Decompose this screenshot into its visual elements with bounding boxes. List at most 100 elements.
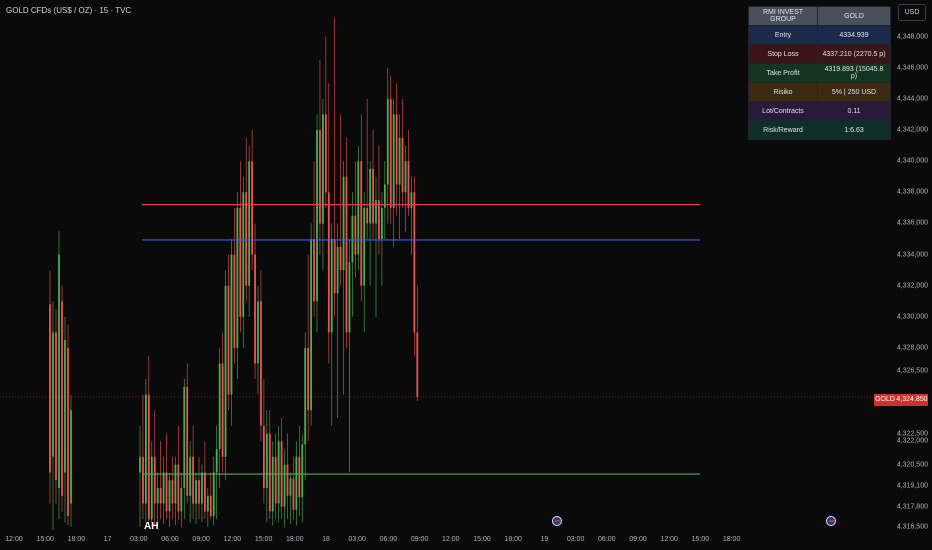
candle-body	[283, 464, 286, 507]
candle-body	[398, 137, 401, 185]
candle-body	[162, 472, 165, 504]
candle-body	[201, 472, 203, 504]
candle-body	[168, 480, 171, 512]
candle-body	[183, 386, 186, 488]
info-label: Risk/Reward	[748, 120, 818, 140]
candle-body	[298, 456, 301, 498]
time-tick-label: 03:00	[566, 536, 585, 543]
candle-body	[274, 456, 277, 504]
time-tick-label: 15:00	[36, 536, 54, 543]
info-value: 0.11	[817, 101, 891, 121]
candle-body	[410, 192, 413, 208]
time-tick-label: 15:00	[254, 536, 273, 543]
candle-body	[345, 176, 348, 333]
info-label: RMI INVEST GROUP	[748, 6, 818, 26]
candle-body	[221, 363, 224, 457]
candle-body	[165, 472, 168, 512]
candle-body	[215, 449, 218, 473]
candle-body	[204, 472, 206, 512]
candle-body	[64, 340, 66, 473]
candle-body	[375, 200, 377, 224]
candle-body	[245, 192, 248, 286]
us-flag-event-icon[interactable]	[826, 516, 836, 526]
info-value: 4319.893 (15045.8 p)	[817, 63, 891, 83]
info-row: Take Profit 4319.893 (15045.8 p)	[748, 63, 891, 83]
candle-body	[301, 444, 304, 498]
candle-body	[265, 433, 268, 488]
current-price-tag: 4,324.850	[896, 394, 928, 406]
time-tick-label: 03:00	[130, 536, 148, 543]
candle-body	[55, 332, 57, 481]
candle-body	[251, 161, 253, 255]
info-value: 5% | 250 USD	[817, 82, 891, 102]
info-row: Risk/Reward 1:6.63	[748, 120, 891, 140]
candle-body	[304, 347, 307, 445]
currency-button[interactable]: USD	[898, 4, 926, 21]
info-label: Take Profit	[748, 63, 818, 83]
price-tick-label: 4,328,000	[896, 344, 928, 352]
candle-body	[369, 168, 371, 224]
candle-body	[61, 301, 63, 496]
candle-body	[354, 215, 357, 255]
candle-body	[286, 464, 289, 496]
candle-body	[257, 301, 259, 364]
candle-body	[156, 487, 159, 504]
time-tick-label: 09:00	[192, 536, 210, 543]
price-tick-label: 4,320,500	[896, 461, 928, 469]
candle-body	[192, 456, 194, 504]
info-value: 4337.210 (2270.5 p)	[817, 44, 891, 64]
time-tick-label: 06:00	[161, 536, 179, 543]
candle-body	[289, 478, 292, 496]
time-tick-label: 03:00	[348, 536, 366, 543]
info-row: Lot/Contracts 0.11	[748, 101, 891, 121]
candle-body	[336, 246, 339, 294]
candle-body	[327, 192, 330, 333]
us-flag-event-icon[interactable]	[552, 516, 562, 526]
time-tick-label: 19	[540, 536, 549, 543]
price-tick-label: 4,319,100	[896, 482, 928, 490]
candle-body	[401, 137, 404, 193]
candle-body	[177, 464, 180, 512]
candle-body	[357, 161, 360, 255]
candle-body	[147, 394, 150, 520]
candle-body	[52, 332, 54, 457]
info-label: Risiko	[748, 82, 818, 102]
info-label: Entry	[748, 25, 818, 45]
candle-body	[218, 363, 221, 450]
candle-body	[386, 98, 389, 185]
candle-body	[268, 433, 271, 512]
price-tick-label: 4,346,000	[896, 64, 928, 72]
time-tick-label: 06:00	[598, 536, 616, 543]
candle-body	[142, 456, 144, 504]
info-label: Stop Loss	[748, 44, 818, 64]
candle-body	[413, 192, 416, 333]
candle-body	[292, 478, 295, 510]
price-tick-label: 4,316,500	[896, 523, 928, 531]
candle-body	[171, 480, 174, 504]
candle-body	[186, 386, 189, 496]
candle-body	[209, 495, 212, 516]
candle-body	[330, 238, 333, 333]
candle-body	[233, 254, 236, 348]
candle-body	[180, 487, 183, 512]
price-tick-label: 4,330,000	[896, 313, 928, 321]
symbol-title[interactable]: GOLD CFDs (US$ / OZ) · 15 · TVC	[6, 6, 131, 15]
candle-body	[236, 207, 239, 348]
time-tick-label: 06:00	[379, 536, 398, 543]
candle-body	[145, 394, 147, 504]
candle-body	[295, 456, 298, 510]
candle-body	[319, 130, 321, 224]
info-row: Risiko 5% | 250 USD	[748, 82, 891, 102]
candle-body	[339, 246, 342, 271]
time-tick-label: 18:00	[722, 536, 741, 543]
candle-body	[407, 161, 410, 208]
candle-body	[227, 285, 230, 395]
candle-body	[139, 456, 141, 473]
candle-body	[310, 238, 312, 411]
time-tick-label: 12:00	[5, 536, 23, 543]
price-tick-label: 4,317,800	[896, 503, 928, 511]
candle-body	[230, 254, 233, 395]
price-tick-label: 4,336,000	[896, 219, 928, 227]
candle-body	[248, 161, 251, 286]
candle-body	[224, 285, 227, 457]
